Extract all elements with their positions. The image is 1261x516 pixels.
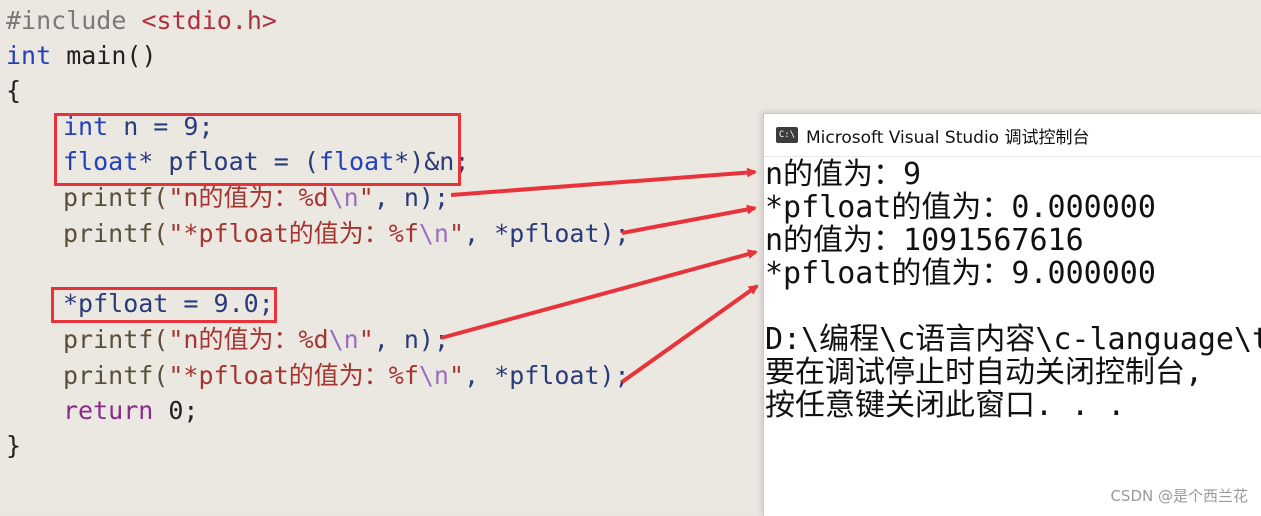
console-title: Microsoft Visual Studio 调试控制台 bbox=[806, 127, 1090, 148]
console-output-line: *pfloat的值为：0.000000 bbox=[765, 191, 1156, 224]
visual-studio-icon: C:\ bbox=[776, 127, 798, 143]
console-output-line: D:\编程\c语言内容\c-language\t bbox=[765, 323, 1261, 356]
arrow-2 bbox=[621, 204, 757, 235]
watermark: CSDN @是个西兰花 bbox=[1110, 487, 1248, 505]
console-output-line: 要在调试停止时自动关闭控制台, bbox=[765, 356, 1204, 389]
console-titlebar[interactable]: C:\ Microsoft Visual Studio 调试控制台 bbox=[764, 114, 1261, 157]
arrow-4 bbox=[620, 284, 759, 384]
console-output-line: n的值为：9 bbox=[765, 158, 922, 191]
console-output-line: 按任意键关闭此窗口. . . bbox=[765, 389, 1126, 422]
console-output-line: *pfloat的值为：9.000000 bbox=[765, 257, 1156, 290]
console-output-line: n的值为：1091567616 bbox=[765, 224, 1084, 257]
arrow-1 bbox=[450, 167, 757, 197]
debug-console-window[interactable]: C:\ Microsoft Visual Studio 调试控制台 n的值为：9… bbox=[763, 113, 1261, 516]
arrow-3 bbox=[440, 249, 758, 340]
